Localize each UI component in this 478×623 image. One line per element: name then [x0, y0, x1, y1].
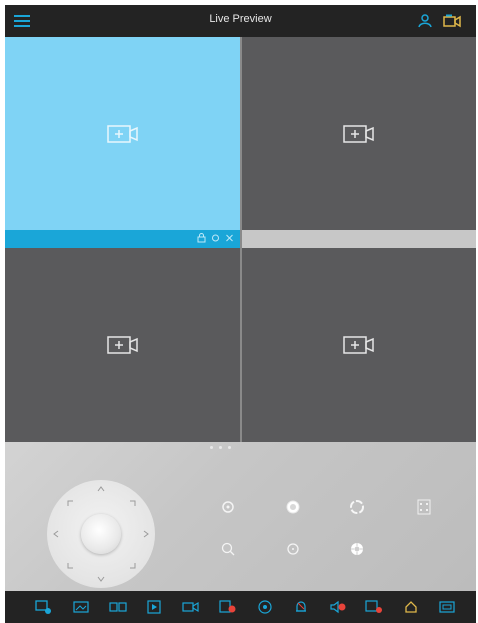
settings-icon[interactable]	[255, 598, 275, 616]
person-icon[interactable]	[416, 12, 434, 30]
audio-icon[interactable]	[328, 598, 348, 616]
focus-out-icon[interactable]	[283, 539, 303, 559]
preview-tile-1[interactable]	[5, 37, 240, 230]
ptz-panel	[5, 442, 476, 591]
top-bar: Live Preview	[5, 5, 476, 37]
camera-list-icon[interactable]	[441, 12, 463, 30]
preview-tile-2[interactable]	[242, 37, 476, 230]
playback-icon[interactable]	[144, 598, 164, 616]
alarm-icon[interactable]	[291, 598, 311, 616]
grid-divider	[240, 37, 242, 442]
bottom-toolbar	[5, 591, 476, 623]
close-icon[interactable]	[225, 233, 234, 243]
preview-grid	[5, 37, 476, 442]
video-icon[interactable]	[181, 598, 201, 616]
add-camera-icon[interactable]	[343, 336, 375, 354]
capture-icon[interactable]	[364, 598, 384, 616]
zoom-icon[interactable]	[347, 497, 367, 517]
arrow-up-left-icon[interactable]	[65, 498, 75, 508]
preset-icon[interactable]	[414, 497, 434, 517]
picture-icon[interactable]	[71, 598, 91, 616]
fullscreen-icon[interactable]	[437, 598, 457, 616]
add-camera-icon[interactable]	[343, 124, 375, 143]
arrow-down-icon[interactable]	[96, 574, 106, 584]
arrow-left-icon[interactable]	[51, 529, 61, 539]
app-window: Live Preview	[5, 5, 476, 623]
iris-out-icon[interactable]	[347, 539, 367, 559]
focus-icon[interactable]	[283, 497, 303, 517]
ptz-icon[interactable]	[34, 598, 54, 616]
ptz-joystick[interactable]	[47, 480, 155, 588]
page-title: Live Preview	[209, 13, 272, 25]
tile-1-status-strip	[5, 230, 240, 248]
add-camera-icon[interactable]	[106, 124, 139, 143]
dual-screen-icon[interactable]	[108, 598, 128, 616]
preview-tile-4[interactable]	[242, 248, 476, 442]
iris-icon[interactable]	[218, 497, 238, 517]
snapshot-icon[interactable]	[211, 233, 220, 243]
add-camera-icon[interactable]	[106, 336, 139, 354]
lock-icon[interactable]	[197, 233, 206, 243]
arrow-down-left-icon[interactable]	[65, 560, 75, 570]
zoom-out-icon[interactable]	[218, 539, 238, 559]
arrow-up-icon[interactable]	[96, 484, 106, 494]
home-icon[interactable]	[401, 598, 421, 616]
arrow-up-right-icon[interactable]	[127, 498, 137, 508]
tile-2-status-strip	[242, 230, 476, 248]
joystick-knob[interactable]	[81, 514, 121, 554]
arrow-right-icon[interactable]	[141, 529, 151, 539]
page-indicator	[210, 446, 231, 449]
record-icon[interactable]	[218, 598, 238, 616]
preview-tile-3[interactable]	[5, 248, 240, 442]
arrow-down-right-icon[interactable]	[127, 560, 137, 570]
